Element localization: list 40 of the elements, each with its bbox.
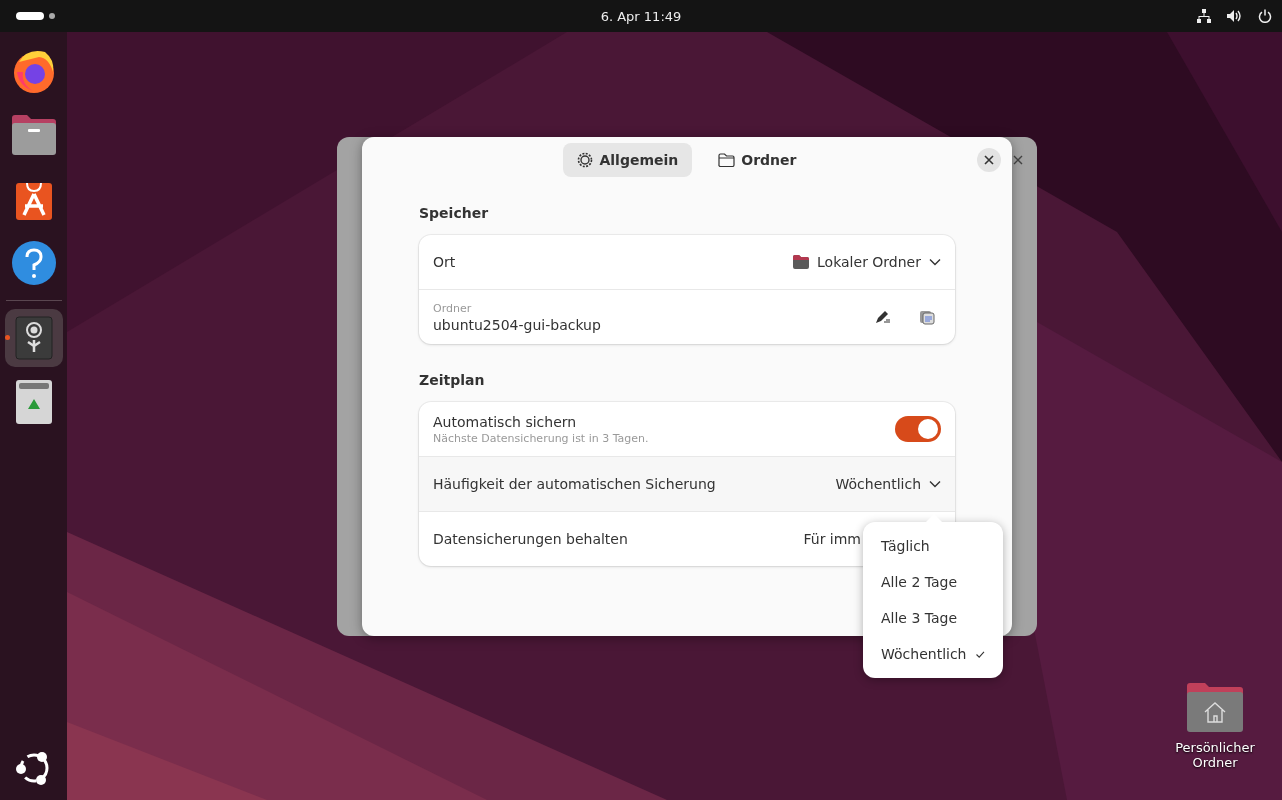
row-label: Automatisch sichern bbox=[433, 413, 577, 430]
safe-icon bbox=[14, 316, 53, 360]
tab[interactable]: Allgemein bbox=[563, 143, 693, 177]
close-icon bbox=[984, 155, 994, 165]
desktop-icon[interactable]: Persönlicher Ordner bbox=[1160, 682, 1270, 770]
chevron-down-icon bbox=[929, 480, 941, 488]
workspace-indicator-icon[interactable] bbox=[16, 11, 56, 21]
chevron-down-icon bbox=[929, 258, 941, 266]
tab[interactable]: Ordner bbox=[704, 143, 811, 177]
close-icon[interactable] bbox=[1013, 155, 1023, 165]
dock-item[interactable] bbox=[4, 309, 63, 367]
dropdown[interactable]: Wöchentlich bbox=[835, 476, 941, 492]
row-subtitle: Nächste Datensicherung ist in 3 Tagen. bbox=[433, 431, 649, 445]
folder-name-field[interactable]: ubuntu2504-gui-backup bbox=[433, 316, 601, 333]
close-button[interactable] bbox=[977, 148, 1001, 172]
copy-icon bbox=[919, 309, 935, 325]
home-folder-icon bbox=[1187, 682, 1243, 732]
folder-icon bbox=[718, 153, 736, 167]
menu-item[interactable]: Täglich bbox=[863, 528, 1003, 564]
row-label: Datensicherungen behalten bbox=[433, 531, 628, 547]
folder-icon bbox=[10, 114, 57, 156]
dropdown[interactable]: Lokaler Ordner bbox=[793, 254, 941, 270]
trash-icon bbox=[14, 379, 53, 425]
menu-item[interactable]: Alle 3 Tage bbox=[863, 600, 1003, 636]
power-icon[interactable] bbox=[1258, 9, 1272, 23]
pencil-icon bbox=[875, 310, 891, 324]
clock[interactable]: 6. Apr 11:49 bbox=[581, 8, 701, 24]
section-heading: Speicher bbox=[419, 205, 489, 221]
network-icon[interactable] bbox=[1197, 9, 1211, 23]
field-caption: Ordner bbox=[433, 301, 472, 315]
row-label: Häufigkeit der automatischen Sicherung bbox=[433, 476, 716, 492]
volume-icon[interactable] bbox=[1227, 9, 1242, 23]
row-label: Ort bbox=[433, 254, 456, 270]
section-heading: Zeitplan bbox=[419, 372, 485, 388]
gear-icon bbox=[577, 152, 594, 168]
help-icon bbox=[10, 240, 57, 286]
dropdown[interactable]: Für imm bbox=[803, 531, 861, 547]
menu-item[interactable]: Alle 2 Tage bbox=[863, 564, 1003, 600]
menu-item[interactable]: Wöchentlich bbox=[863, 636, 1003, 672]
toggle-switch[interactable] bbox=[895, 416, 941, 442]
